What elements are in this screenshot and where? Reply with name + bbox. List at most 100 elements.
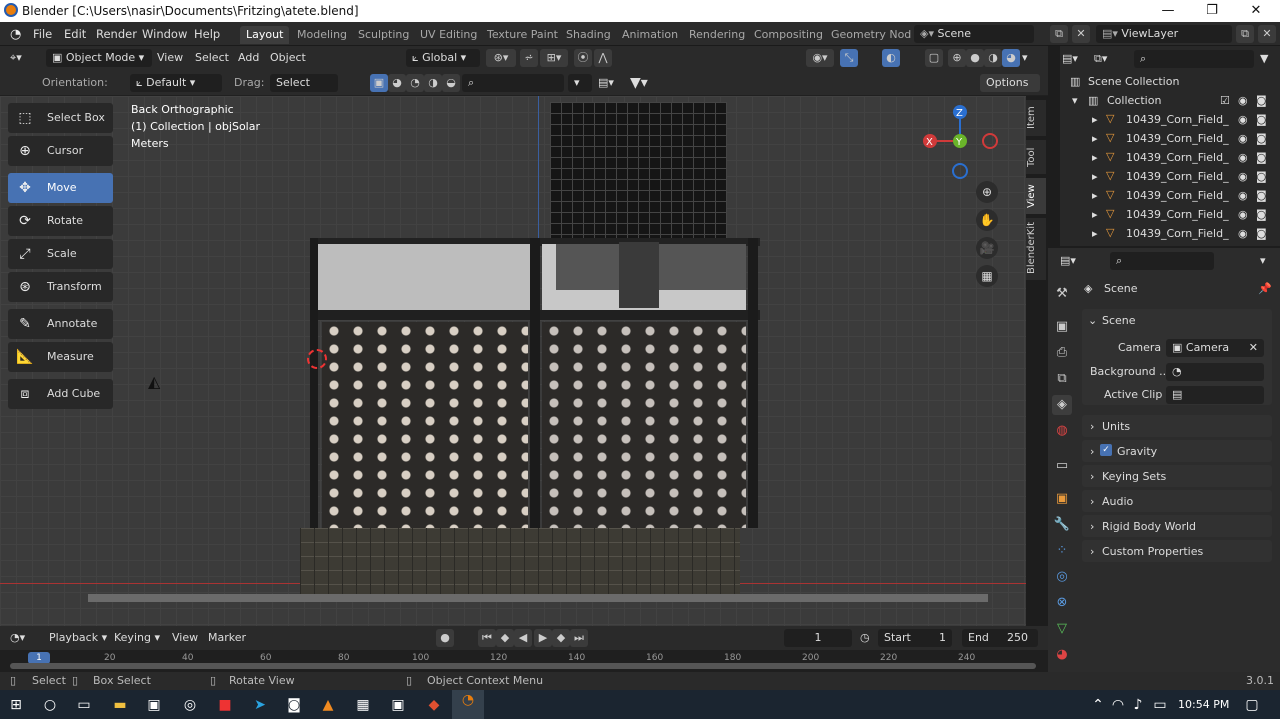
- menu-render[interactable]: Render: [96, 27, 137, 41]
- collection-properties-icon[interactable]: ▭: [1052, 456, 1072, 476]
- render-camera-icon[interactable]: ◙: [1256, 189, 1267, 202]
- render-camera-icon[interactable]: ◙: [1256, 208, 1267, 221]
- task-view-icon[interactable]: ▭: [74, 695, 94, 715]
- timeline-ruler[interactable]: 1 20 40 60 80 100 120 140 160 180 200 22…: [0, 650, 1048, 672]
- minimize-button[interactable]: —: [1146, 1, 1190, 21]
- viewport-scrollbar[interactable]: [1000, 96, 1020, 626]
- physics-properties-icon[interactable]: ◎: [1052, 567, 1072, 587]
- render-properties-icon[interactable]: ▣: [1052, 317, 1072, 337]
- tab-sculpting[interactable]: Sculpting: [352, 26, 415, 44]
- 3d-viewport[interactable]: ◭ Back Orthographic (1) Collection | obj…: [0, 96, 1026, 626]
- eye-icon[interactable]: ◉: [1238, 170, 1248, 183]
- expand-icon[interactable]: ▸: [1092, 132, 1098, 145]
- notifications-icon[interactable]: ▢: [1242, 695, 1262, 715]
- tab-geometry-nodes[interactable]: Geometry Nod: [825, 26, 917, 44]
- custom-properties-panel[interactable]: › Custom Properties: [1082, 540, 1272, 562]
- proportional-edit-icon[interactable]: ⦿: [574, 49, 592, 67]
- menu-view[interactable]: View: [157, 49, 183, 67]
- play-reverse-icon[interactable]: ◀: [514, 629, 532, 647]
- scene-object[interactable]: [300, 238, 760, 598]
- collection-filter-icon[interactable]: ▤▾: [598, 74, 614, 92]
- render-camera-icon[interactable]: ◙: [1256, 132, 1267, 145]
- tool-properties-icon[interactable]: ⚒: [1052, 284, 1072, 304]
- material-shading-icon[interactable]: ◑: [984, 49, 1002, 67]
- particles-properties-icon[interactable]: ⁘: [1052, 541, 1072, 561]
- expand-icon[interactable]: ▸: [1092, 170, 1098, 183]
- tool-add-cube[interactable]: ⧈ Add Cube: [8, 379, 113, 409]
- constraints-properties-icon[interactable]: ⊗: [1052, 593, 1072, 613]
- modifier-properties-icon[interactable]: 🔧: [1052, 515, 1072, 535]
- sidebar-tab-item[interactable]: Item: [1026, 100, 1046, 136]
- play-icon[interactable]: ▶: [534, 629, 552, 647]
- tab-modeling[interactable]: Modeling: [291, 26, 353, 44]
- mode-selector[interactable]: ▣ Object Mode ▾: [46, 49, 152, 67]
- solid-shading-icon[interactable]: ●: [966, 49, 984, 67]
- active-clip-field[interactable]: ▤: [1166, 386, 1264, 404]
- wifi-icon[interactable]: ◠: [1108, 695, 1128, 715]
- sidebar-tab-view[interactable]: View: [1026, 178, 1046, 214]
- view-layer-properties-icon[interactable]: ⧉: [1052, 369, 1072, 389]
- blender-menu-icon[interactable]: ◔: [10, 27, 21, 42]
- store-icon[interactable]: ▣: [144, 695, 164, 715]
- outliner-scene-collection[interactable]: ▥ Scene Collection: [1060, 73, 1280, 92]
- checkbox-icon[interactable]: ☑: [1220, 94, 1230, 107]
- filter-dropdown[interactable]: ▾: [568, 74, 592, 92]
- tab-rendering[interactable]: Rendering: [683, 26, 751, 44]
- outliner-item[interactable]: ▸ ▽ 10439_Corn_Field_ ◉ ◙: [1060, 149, 1280, 168]
- data-properties-icon[interactable]: ▽: [1052, 619, 1072, 639]
- clear-icon[interactable]: ✕: [1249, 339, 1258, 357]
- pivot-point-icon[interactable]: ⊛▾: [486, 49, 516, 67]
- visibility-icon[interactable]: ◉▾: [806, 49, 834, 67]
- zoom-icon[interactable]: ⊕: [976, 181, 998, 203]
- shading-options-icon[interactable]: ▾: [1022, 49, 1028, 67]
- snap-target-icon[interactable]: ⊞▾: [540, 49, 568, 67]
- end-frame-field[interactable]: End 250: [962, 629, 1038, 647]
- battery-icon[interactable]: ▭: [1150, 695, 1170, 715]
- outliner-item[interactable]: ▸ ▽ 10439_Corn_Field_ ◉ ◙: [1060, 225, 1280, 244]
- search-icon[interactable]: ○: [40, 695, 60, 715]
- eye-icon[interactable]: ◉: [1238, 227, 1248, 240]
- camera-object-icon[interactable]: ◭: [148, 372, 160, 391]
- neg-x-axis-handle[interactable]: [982, 133, 998, 149]
- tab-compositing[interactable]: Compositing: [748, 26, 829, 44]
- tool-rotate[interactable]: ⟳ Rotate: [8, 206, 113, 236]
- delete-scene-icon[interactable]: ✕: [1072, 25, 1090, 43]
- output-properties-icon[interactable]: ⎙: [1052, 343, 1072, 363]
- expand-icon[interactable]: ▸: [1092, 189, 1098, 202]
- tab-layout[interactable]: Layout: [240, 26, 290, 44]
- outliner-filter-icon[interactable]: ▼: [1260, 50, 1268, 68]
- tab-animation[interactable]: Animation: [616, 26, 684, 44]
- timeline-scrollbar[interactable]: [10, 663, 1036, 669]
- menu-timeline-view[interactable]: View: [172, 629, 198, 647]
- rigid-body-world-panel[interactable]: › Rigid Body World: [1082, 515, 1272, 537]
- outliner-item[interactable]: ▸ ▽ 10439_Corn_Field_ ◉ ◙: [1060, 111, 1280, 130]
- properties-editor-icon[interactable]: ▤▾: [1060, 252, 1076, 270]
- gravity-panel[interactable]: › ✓ Gravity: [1082, 440, 1272, 462]
- outliner-item[interactable]: ▸ ▽ 10439_Corn_Field_ ◉ ◙: [1060, 130, 1280, 149]
- expand-icon[interactable]: ▸: [1092, 113, 1098, 126]
- tool-cursor[interactable]: ⊕ Cursor: [8, 136, 113, 166]
- expand-icon[interactable]: ▸: [1092, 208, 1098, 221]
- funnel-icon[interactable]: ▼▾: [630, 74, 648, 92]
- expand-icon[interactable]: ▾: [1072, 94, 1078, 107]
- telegram-icon[interactable]: ➤: [250, 695, 270, 715]
- options-dropdown[interactable]: Options ▾: [980, 74, 1040, 107]
- scene-properties-tab-icon[interactable]: ◈: [1052, 395, 1072, 415]
- outliner-collection[interactable]: ▾ ▥ Collection ☑ ◉ ◙: [1060, 92, 1280, 111]
- record-icon[interactable]: ●: [436, 629, 454, 647]
- world-properties-icon[interactable]: ◍: [1052, 421, 1072, 441]
- vlc-icon[interactable]: ▲: [318, 695, 338, 715]
- properties-search[interactable]: ⌕: [1110, 252, 1214, 270]
- wireframe-shading-icon[interactable]: ⊕: [948, 49, 966, 67]
- camera-view-icon[interactable]: 🎥: [976, 237, 998, 259]
- pan-hand-icon[interactable]: ✋: [976, 209, 998, 231]
- tool-transform[interactable]: ⊛ Transform: [8, 272, 113, 302]
- gravity-checkbox[interactable]: ✓: [1100, 444, 1112, 456]
- eye-icon[interactable]: ◉: [1238, 94, 1248, 107]
- maximize-button[interactable]: ❐: [1190, 1, 1234, 21]
- tool-move[interactable]: ✥ Move: [8, 173, 113, 203]
- units-panel[interactable]: › Units: [1082, 415, 1272, 437]
- select-subtract-icon[interactable]: ◔: [406, 74, 424, 92]
- tab-uv-editing[interactable]: UV Editing: [414, 26, 483, 44]
- navigation-gizmo[interactable]: Z Y X: [920, 100, 1000, 180]
